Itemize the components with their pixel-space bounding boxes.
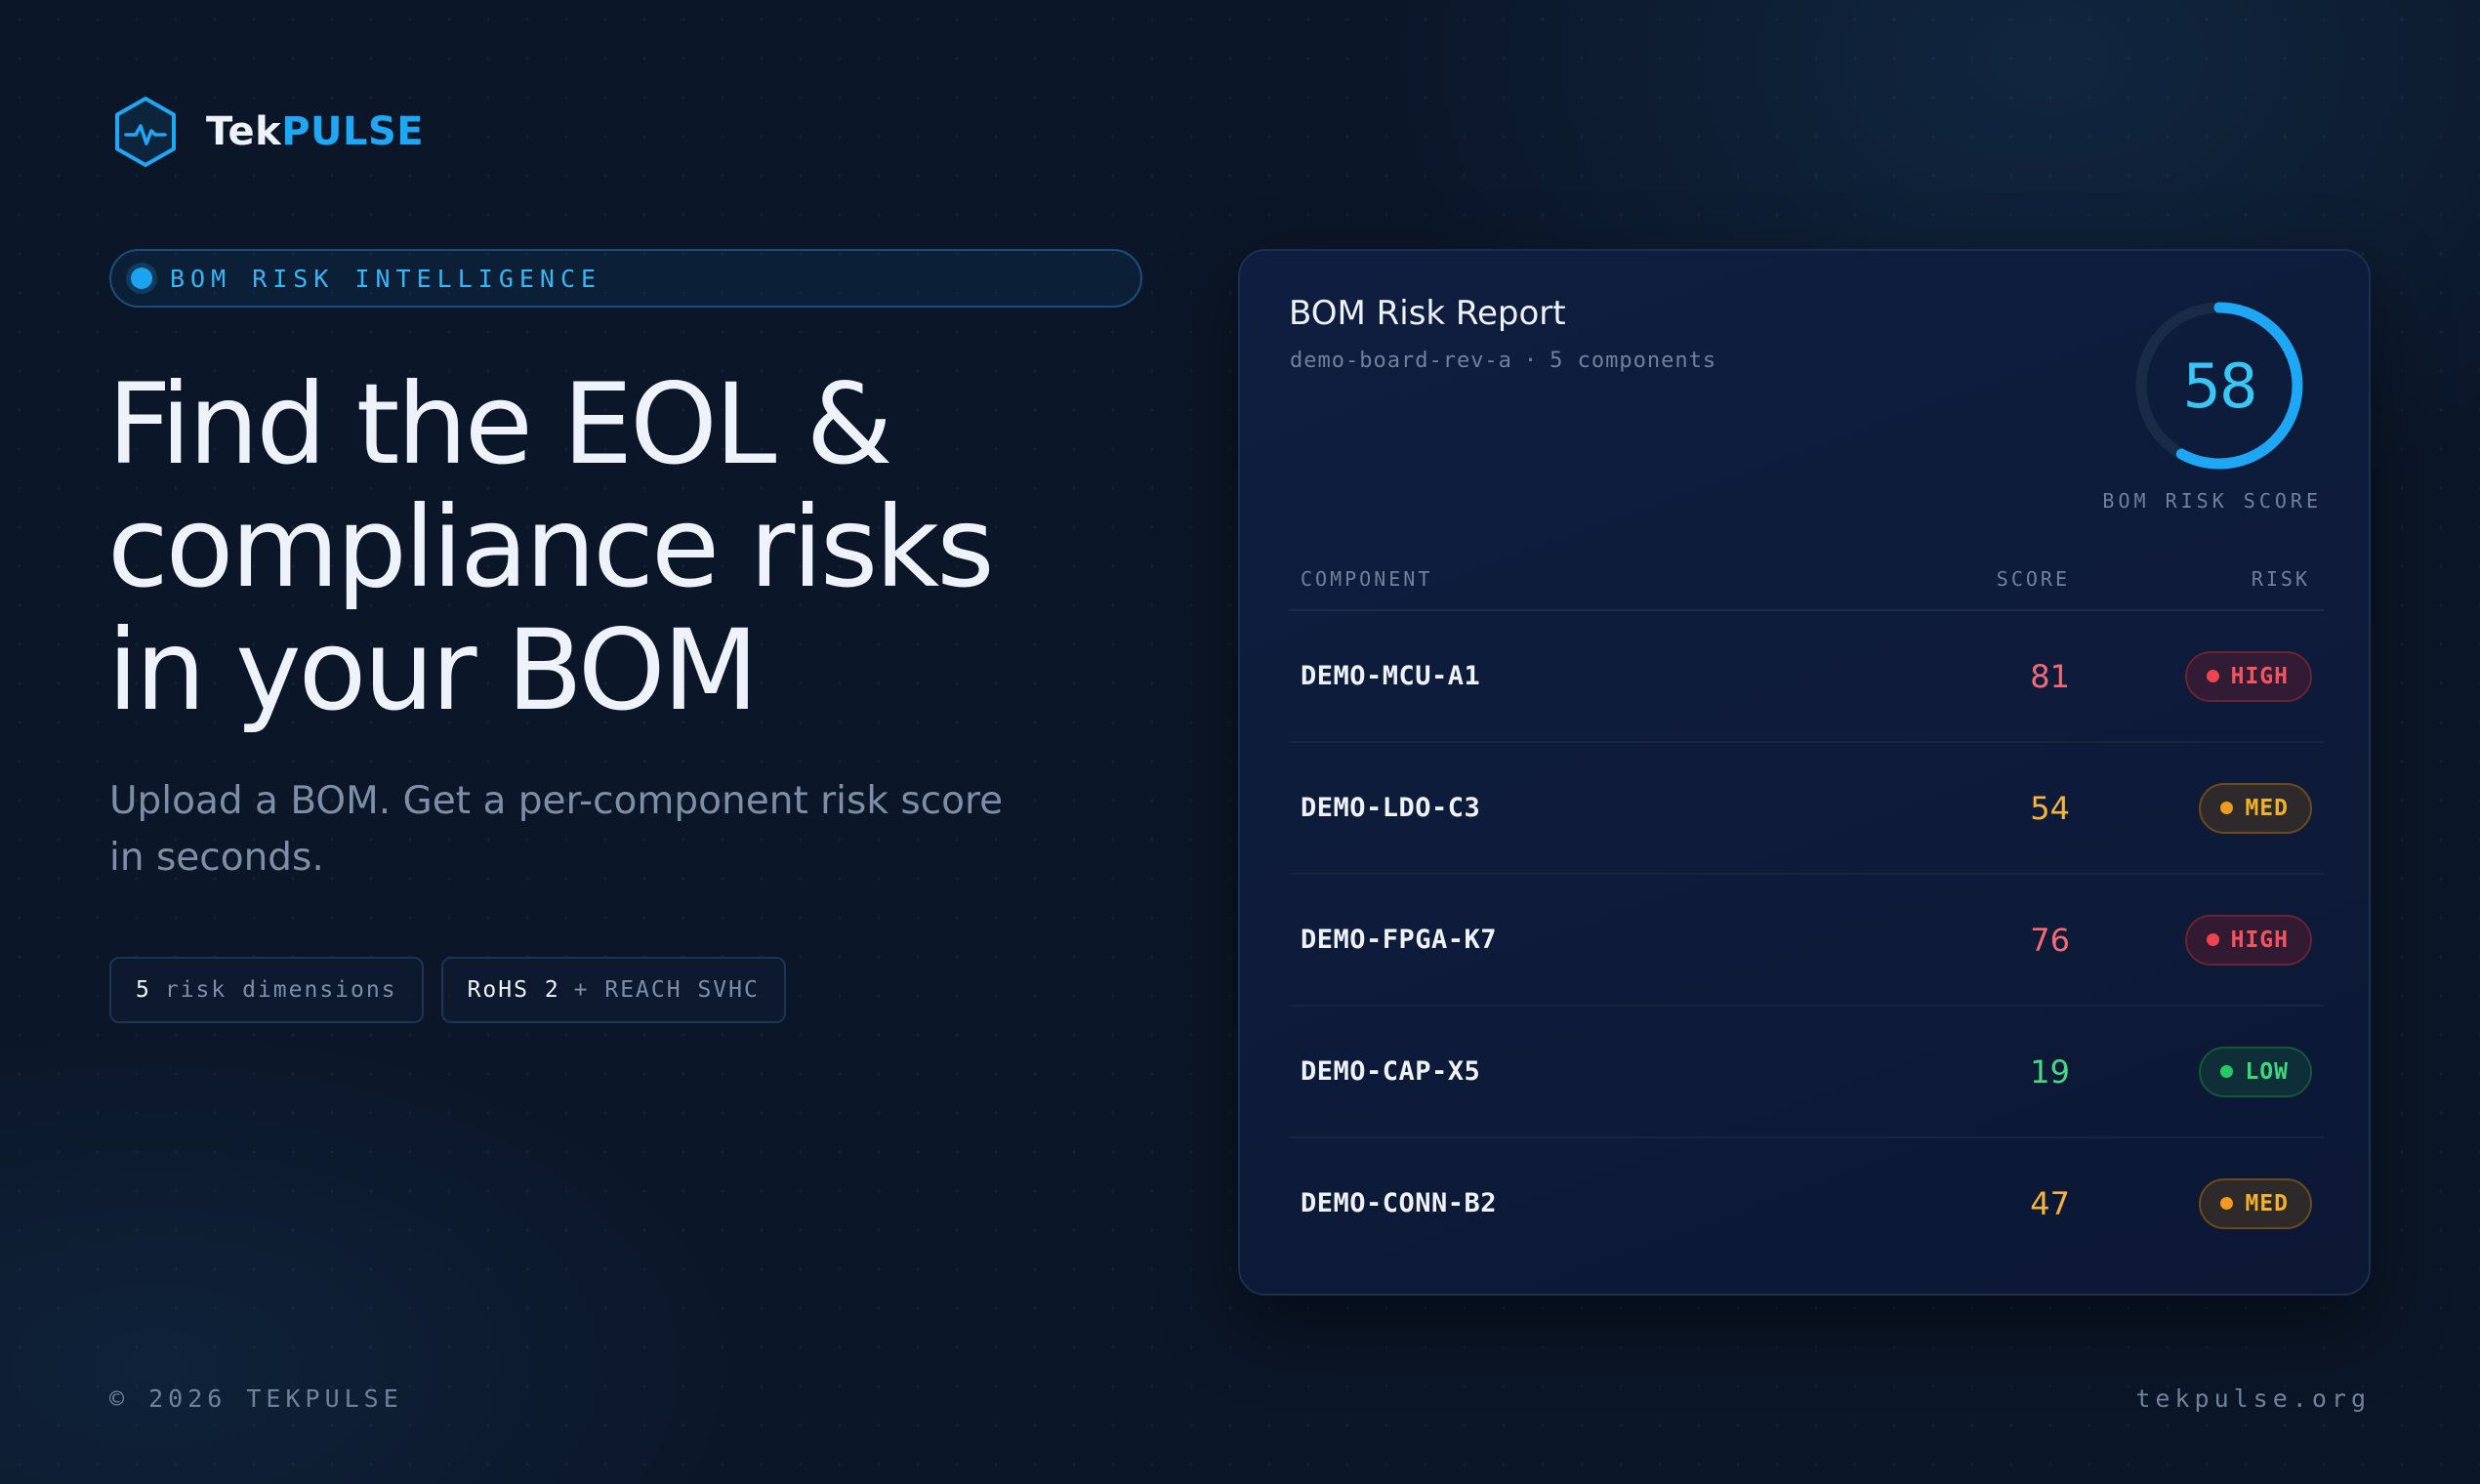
table-row[interactable]: DEMO-LDO-C3 54 MED	[1289, 743, 2324, 875]
risk-label: HIGH	[2230, 663, 2289, 689]
risk-cell: MED	[2070, 782, 2324, 834]
report-title: BOM Risk Report	[1289, 294, 1566, 333]
site-link[interactable]: tekpulse.org	[2135, 1384, 2371, 1413]
table-row[interactable]: DEMO-CAP-X5 19 LOW	[1289, 1007, 2324, 1138]
component-score: 47	[2030, 1184, 2070, 1222]
copyright-text: © 2026 TEKPULSE	[109, 1384, 403, 1413]
feature-chip: RoHS 2 + REACH SVHC	[440, 957, 786, 1023]
component-name: DEMO-CAP-X5	[1301, 1056, 1481, 1087]
table-row[interactable]: DEMO-MCU-A1 81 HIGH	[1289, 611, 2324, 743]
risk-dot	[2206, 670, 2219, 682]
risk-label: HIGH	[2230, 927, 2289, 953]
meta-separator: ·	[1523, 349, 1539, 373]
risk-badge: MED	[2199, 1177, 2312, 1229]
eyebrow-badge: BOM RISK INTELLIGENCE	[109, 249, 1142, 308]
report-meta: demo-board-rev-a · 5 components	[1290, 349, 1716, 373]
column-header-component: COMPONENT	[1301, 567, 1433, 591]
risk-badge: HIGH	[2184, 914, 2312, 966]
eyebrow-label: BOM RISK INTELLIGENCE	[170, 264, 602, 293]
component-table: COMPONENT SCORE RISK DEMO-MCU-A1 81 HIGH…	[1289, 549, 2324, 1268]
table-row[interactable]: DEMO-CONN-B2 47 MED	[1289, 1138, 2324, 1268]
page-headline: Find the EOL & compliance risks in your …	[107, 363, 1084, 732]
risk-cell: MED	[2070, 1177, 2324, 1229]
column-header-score: SCORE	[1996, 567, 2070, 591]
component-score: 81	[2030, 657, 2070, 695]
table-body: DEMO-MCU-A1 81 HIGH DEMO-LDO-C3 54 MED D…	[1289, 611, 2324, 1268]
brand-name: TekPULSE	[206, 109, 425, 154]
component-score: 19	[2030, 1052, 2070, 1091]
component-score: 54	[2030, 789, 2070, 827]
chip-highlight: 5	[136, 977, 151, 1003]
risk-dot	[2220, 1197, 2234, 1210]
risk-dot	[2220, 1065, 2234, 1078]
hexagon-pulse-icon	[115, 97, 176, 167]
status-dot	[131, 268, 152, 289]
risk-badge: MED	[2199, 782, 2312, 834]
risk-label: MED	[2245, 795, 2289, 821]
headline-line: compliance risks	[107, 482, 995, 612]
component-name: DEMO-CONN-B2	[1301, 1188, 1498, 1218]
board-name: demo-board-rev-a	[1290, 349, 1512, 373]
bom-risk-report-card: BOM Risk Report demo-board-rev-a · 5 compo…	[1238, 249, 2371, 1296]
table-row[interactable]: DEMO-FPGA-K7 76 HIGH	[1289, 875, 2324, 1007]
brand-logo[interactable]: TekPULSE	[112, 96, 424, 168]
risk-label: MED	[2245, 1190, 2289, 1216]
component-score: 76	[2030, 921, 2070, 959]
risk-score-label: BOM RISK SCORE	[2102, 489, 2322, 513]
risk-cell: HIGH	[2070, 914, 2324, 966]
risk-cell: LOW	[2070, 1046, 2324, 1097]
risk-score-gauge: 58	[2133, 300, 2305, 472]
chip-label: + REACH SVHC	[573, 977, 760, 1003]
headline-line: in your BOM	[107, 605, 759, 735]
risk-dot	[2220, 802, 2234, 814]
risk-score-value: 58	[2182, 350, 2258, 422]
component-name: DEMO-MCU-A1	[1301, 661, 1481, 691]
risk-badge: HIGH	[2184, 650, 2312, 702]
table-header: COMPONENT SCORE RISK	[1289, 549, 2324, 611]
feature-chips: 5 risk dimensions RoHS 2 + REACH SVHC	[109, 957, 786, 1023]
feature-chip: 5 risk dimensions	[109, 957, 424, 1023]
headline-line: Find the EOL &	[107, 359, 893, 489]
risk-dot	[2206, 933, 2219, 946]
risk-cell: HIGH	[2070, 650, 2324, 702]
component-name: DEMO-FPGA-K7	[1301, 925, 1498, 955]
column-header-risk: RISK	[2251, 567, 2310, 591]
chip-highlight: RoHS 2	[467, 977, 560, 1003]
page-subtitle: Upload a BOM. Get a per-component risk s…	[109, 779, 1004, 880]
chip-label: risk dimensions	[164, 977, 397, 1003]
risk-badge: LOW	[2199, 1046, 2312, 1097]
component-count: 5 components	[1550, 349, 1717, 373]
risk-label: LOW	[2245, 1058, 2289, 1085]
component-name: DEMO-LDO-C3	[1301, 793, 1481, 823]
